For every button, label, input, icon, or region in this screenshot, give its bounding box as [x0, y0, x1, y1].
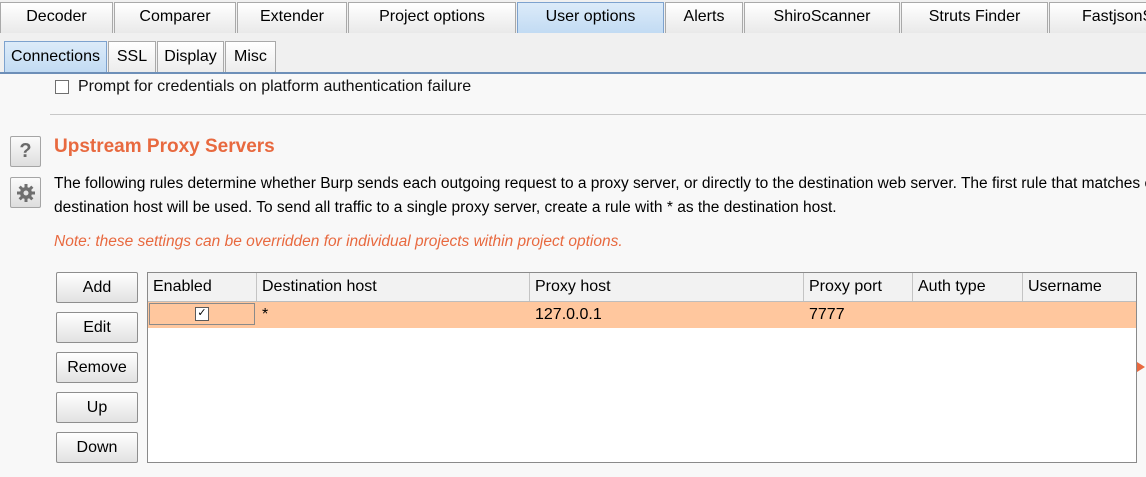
- prompt-credentials-checkbox[interactable]: [55, 80, 69, 94]
- cell-proxy-host: 127.0.0.1: [535, 306, 602, 323]
- row-enabled-checkbox[interactable]: ✓: [195, 307, 209, 321]
- tab-extender[interactable]: Extender: [237, 2, 347, 33]
- add-button[interactable]: Add: [56, 272, 138, 303]
- burp-user-options-window: Decoder Comparer Extender Project option…: [0, 0, 1146, 477]
- description-line-1: The following rules determine whether Bu…: [54, 175, 1146, 192]
- cell-destination-host: *: [262, 306, 269, 323]
- section-divider: [50, 114, 1146, 115]
- subtab-connections[interactable]: Connections: [4, 41, 107, 72]
- tab-fastjsonscan[interactable]: FastjsonS: [1049, 2, 1146, 33]
- table-header: Enabled Destination host Proxy host Prox…: [148, 273, 1136, 302]
- cell-username: [1023, 302, 1028, 328]
- prompt-credentials-label: Prompt for credentials on platform authe…: [78, 78, 472, 95]
- remove-button[interactable]: Remove: [56, 352, 138, 383]
- column-header-proxy-host[interactable]: Proxy host: [530, 273, 804, 301]
- upstream-proxy-table[interactable]: Enabled Destination host Proxy host Prox…: [147, 272, 1137, 463]
- tab-comparer[interactable]: Comparer: [114, 2, 236, 33]
- sub-tab-bar: Connections SSL Display Misc: [0, 34, 1146, 74]
- section-title: Upstream Proxy Servers: [54, 136, 275, 157]
- gear-icon: [16, 183, 35, 202]
- edit-button[interactable]: Edit: [56, 312, 138, 343]
- column-header-proxy-port[interactable]: Proxy port: [804, 273, 913, 301]
- tab-shiroscanner[interactable]: ShiroScanner: [744, 2, 900, 33]
- tab-struts-finder[interactable]: Struts Finder: [901, 2, 1048, 33]
- tab-decoder[interactable]: Decoder: [0, 2, 113, 33]
- down-button[interactable]: Down: [56, 432, 138, 463]
- up-button[interactable]: Up: [56, 392, 138, 423]
- subtab-ssl[interactable]: SSL: [108, 41, 156, 72]
- top-tab-bar: Decoder Comparer Extender Project option…: [0, 0, 1146, 35]
- tab-alerts[interactable]: Alerts: [665, 2, 743, 33]
- column-header-username[interactable]: Username: [1023, 273, 1136, 301]
- section-description: The following rules determine whether Bu…: [54, 172, 1146, 220]
- scroll-right-arrow-icon[interactable]: [1137, 362, 1145, 372]
- cell-proxy-port: 7777: [809, 306, 845, 323]
- table-row[interactable]: ✓ * 127.0.0.1 7777: [148, 302, 1136, 328]
- column-header-enabled[interactable]: Enabled: [148, 273, 257, 301]
- description-line-2: destination host will be used. To send a…: [54, 199, 837, 216]
- settings-button[interactable]: [10, 177, 41, 208]
- subtab-misc[interactable]: Misc: [225, 41, 276, 72]
- section-note: Note: these settings can be overridden f…: [54, 233, 623, 250]
- subtab-display[interactable]: Display: [157, 41, 224, 72]
- tab-user-options[interactable]: User options: [517, 2, 664, 33]
- column-header-auth-type[interactable]: Auth type: [913, 273, 1023, 301]
- prompt-credentials-option[interactable]: Prompt for credentials on platform authe…: [55, 77, 471, 97]
- cell-auth-type: [913, 302, 918, 328]
- help-icon: ?: [19, 140, 32, 162]
- help-button[interactable]: ?: [10, 136, 41, 167]
- column-header-destination-host[interactable]: Destination host: [257, 273, 530, 301]
- tab-project-options[interactable]: Project options: [348, 2, 516, 33]
